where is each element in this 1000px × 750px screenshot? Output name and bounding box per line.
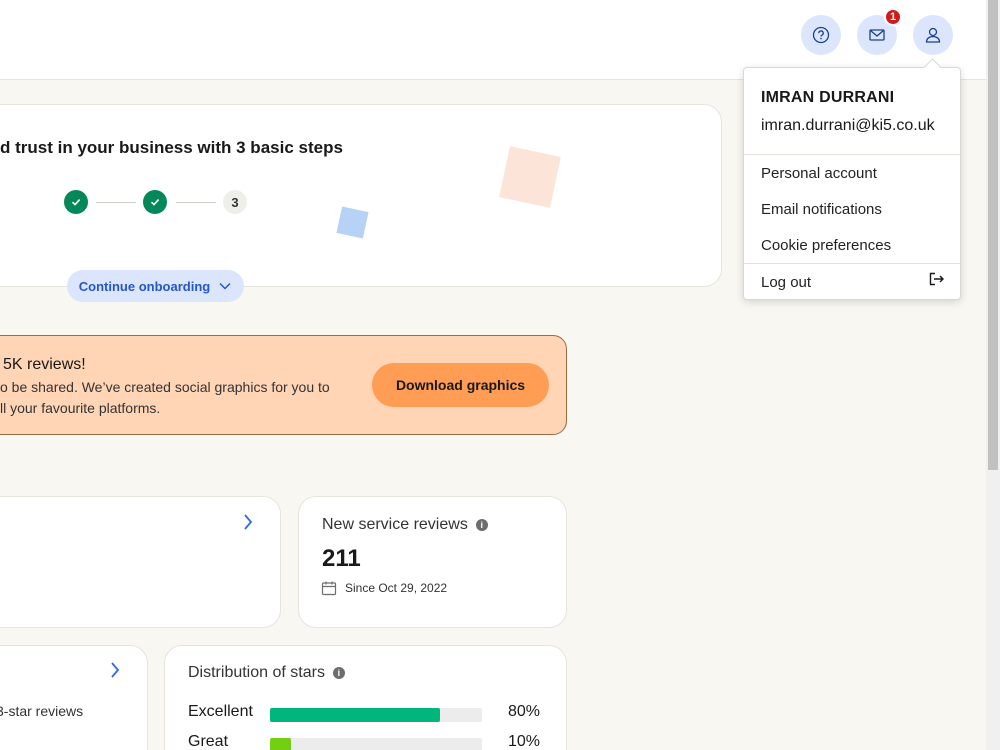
help-button[interactable] <box>801 15 841 55</box>
distribution-label: Distribution of stars i <box>188 664 345 682</box>
menu-item-cookie-preferences[interactable]: Cookie preferences <box>761 237 891 254</box>
account-name: IMRAN DURRANI <box>761 89 895 106</box>
check-icon <box>71 199 81 206</box>
menu-divider <box>744 154 960 155</box>
account-menu: IMRAN DURRANI imran.durrani@ki5.co.uk Pe… <box>743 67 961 300</box>
page-scrollbar[interactable] <box>986 0 1000 750</box>
account-email: imran.durrani@ki5.co.uk <box>761 117 935 134</box>
distribution-bar-fill <box>270 708 440 722</box>
chevron-down-icon <box>219 282 231 290</box>
help-icon <box>812 26 830 44</box>
distribution-row: Excellent 80% <box>188 703 548 723</box>
banner-text-line: ll your favourite platforms. <box>0 400 161 416</box>
menu-item-email-notifications[interactable]: Email notifications <box>761 201 882 218</box>
banner-text: o be shared. We’ve created social graphi… <box>0 377 330 419</box>
continue-onboarding-label: Continue onboarding <box>78 278 211 294</box>
decorative-square <box>336 206 369 239</box>
step-1-complete <box>64 190 88 214</box>
continue-onboarding-button[interactable]: Continue onboarding <box>67 270 244 302</box>
chevron-right-icon[interactable] <box>108 661 122 679</box>
banner-text-line: o be shared. We’ve created social graphi… <box>0 379 330 395</box>
scrollbar-thumb[interactable] <box>988 0 998 470</box>
distribution-bar-fill <box>270 738 292 750</box>
download-graphics-button[interactable]: Download graphics <box>372 363 549 407</box>
chevron-right-icon[interactable] <box>241 513 255 531</box>
distribution-bar-track <box>270 708 482 722</box>
calendar-icon <box>321 581 337 596</box>
since-date-text: Since Oct 29, 2022 <box>345 581 448 595</box>
info-icon[interactable]: i <box>475 519 488 531</box>
check-icon <box>150 199 160 206</box>
info-icon[interactable]: i <box>332 667 345 679</box>
since-date: Since Oct 29, 2022 <box>321 580 447 596</box>
reviews-summary-card[interactable] <box>0 496 281 628</box>
star-reviews-card[interactable] <box>0 645 148 750</box>
distribution-row-label: Excellent <box>188 703 253 720</box>
account-button[interactable] <box>913 15 953 55</box>
distribution-row: Great 10% <box>188 733 548 750</box>
service-reviews-count: 211 <box>322 545 361 572</box>
decorative-square <box>499 146 561 208</box>
step-connector <box>96 202 136 203</box>
logout-icon[interactable] <box>929 272 945 286</box>
star-reviews-text: 3-star reviews <box>0 703 84 719</box>
distribution-row-label: Great <box>188 733 229 750</box>
distribution-bar-track <box>270 738 482 750</box>
distribution-row-percent: 10% <box>508 733 541 750</box>
messages-button[interactable]: 1 <box>857 8 902 55</box>
menu-item-personal-account[interactable]: Personal account <box>761 165 877 182</box>
service-reviews-label: New service reviews i <box>322 516 488 534</box>
menu-item-log-out[interactable]: Log out <box>761 274 811 291</box>
onboarding-title: d trust in your business with 3 basic st… <box>0 138 343 157</box>
step-connector <box>176 202 216 203</box>
onboarding-card <box>0 104 722 287</box>
menu-divider <box>744 263 960 264</box>
step-2-complete <box>143 190 167 214</box>
mail-icon <box>869 29 885 41</box>
notification-badge: 1 <box>884 8 902 26</box>
user-icon <box>925 27 941 43</box>
distribution-row-percent: 80% <box>508 703 541 720</box>
banner-title: 5K reviews! <box>3 356 86 373</box>
step-3-pending: 3 <box>223 190 247 214</box>
service-reviews-label-text: New service reviews <box>322 516 468 533</box>
distribution-label-text: Distribution of stars <box>188 664 325 681</box>
